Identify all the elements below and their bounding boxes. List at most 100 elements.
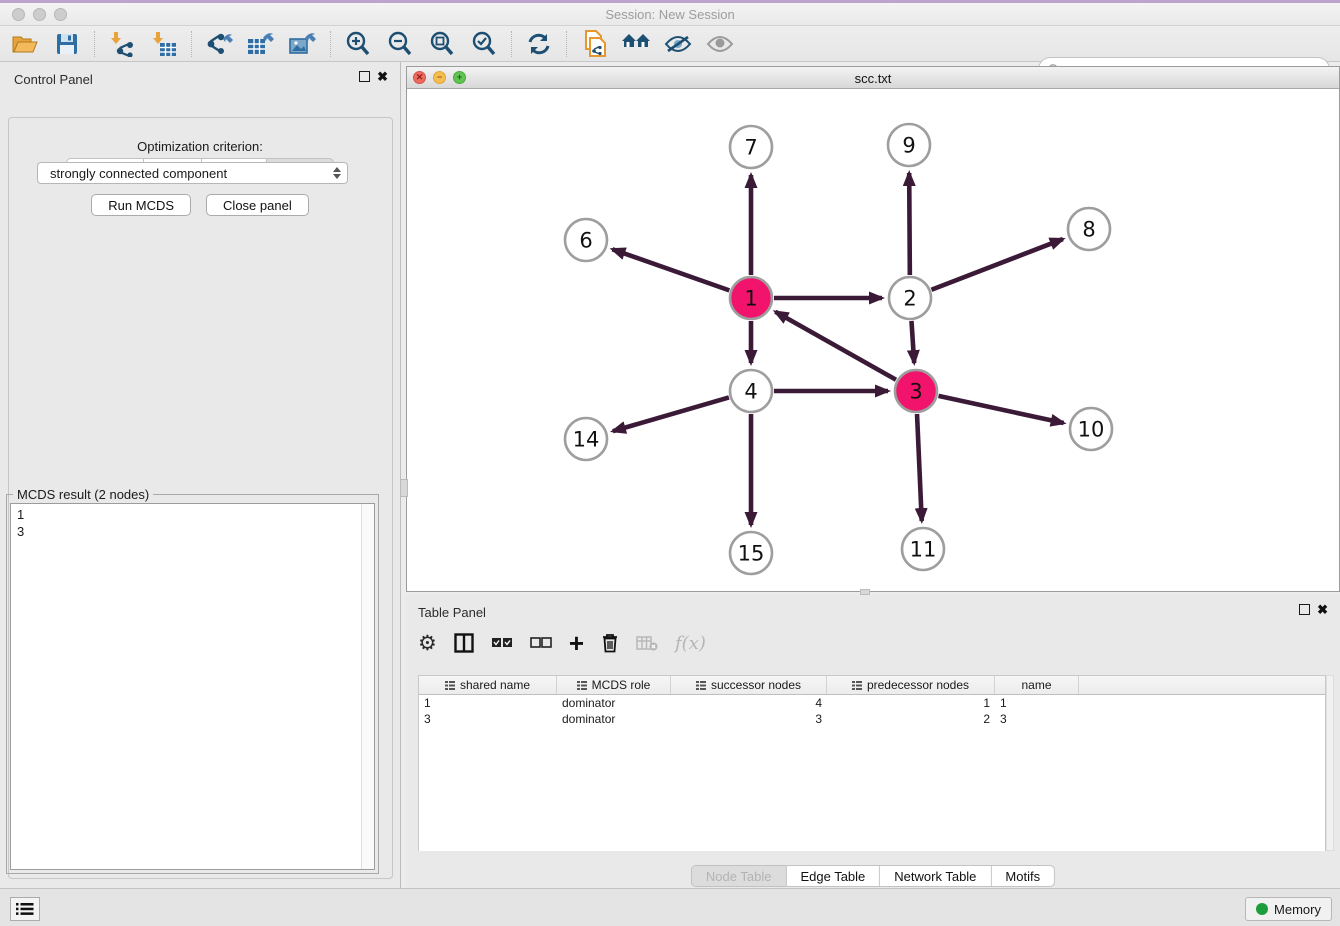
table-scrollbar[interactable] [1326, 675, 1334, 851]
svg-text:4: 4 [744, 380, 757, 404]
toolbar-separator [191, 31, 192, 57]
table-row[interactable]: 1 dominator 4 1 1 [419, 695, 1325, 711]
result-line: 1 [17, 506, 368, 523]
column-header-shared-name[interactable]: shared name [419, 676, 557, 694]
delete-table-icon[interactable] [636, 631, 658, 655]
cell-successor-nodes[interactable]: 3 [671, 712, 827, 726]
zoom-in-icon[interactable] [343, 29, 373, 59]
export-table-icon[interactable] [246, 29, 276, 59]
hide-selected-eye-icon[interactable] [663, 29, 693, 59]
result-scrollbar[interactable] [361, 504, 374, 869]
chevron-updown-icon [333, 167, 341, 179]
svg-text:9: 9 [902, 134, 915, 158]
import-table-icon[interactable] [149, 29, 179, 59]
table-settings-gear-icon[interactable]: ⚙ [418, 631, 437, 655]
edge-1-6[interactable] [612, 249, 729, 290]
graph-node-8[interactable]: 8 [1068, 208, 1110, 250]
zoom-selected-icon[interactable] [469, 29, 499, 59]
edge-4-14[interactable] [613, 397, 729, 431]
table-panel-title: Table Panel [418, 605, 486, 620]
import-network-icon[interactable] [107, 29, 137, 59]
splitter-grip-vertical[interactable] [400, 479, 408, 497]
graph-node-1[interactable]: 1 [730, 277, 772, 319]
cell-mcds-role[interactable]: dominator [557, 696, 671, 710]
cell-predecessor-nodes[interactable]: 1 [827, 696, 995, 710]
column-header-mcds-role[interactable]: MCDS role [557, 676, 671, 694]
select-all-columns-icon[interactable] [491, 631, 513, 655]
edge-3-11[interactable] [917, 414, 922, 521]
graph-node-11[interactable]: 11 [902, 528, 944, 570]
svg-text:7: 7 [744, 136, 757, 160]
graph-node-4[interactable]: 4 [730, 370, 772, 412]
zoom-fit-icon[interactable] [427, 29, 457, 59]
create-column-plus-icon[interactable]: + [569, 631, 584, 655]
tab-motifs[interactable]: Motifs [991, 865, 1055, 887]
close-panel-button[interactable]: Close panel [206, 194, 309, 216]
column-header-successor-nodes[interactable]: successor nodes [671, 676, 827, 694]
close-panel-icon[interactable]: ✖ [377, 71, 388, 82]
edge-3-1[interactable] [775, 312, 896, 380]
column-header-predecessor-nodes[interactable]: predecessor nodes [827, 676, 995, 694]
svg-text:2: 2 [903, 287, 916, 311]
float-panel-icon[interactable] [359, 71, 370, 82]
save-session-icon[interactable] [52, 29, 82, 59]
cell-shared-name[interactable]: 3 [419, 712, 557, 726]
deselect-all-columns-icon[interactable] [530, 631, 552, 655]
svg-text:1: 1 [744, 287, 757, 311]
list-icon [16, 902, 34, 916]
column-header-name[interactable]: name [995, 676, 1079, 694]
mcds-result-textarea[interactable]: 1 3 [10, 503, 375, 870]
home-icon[interactable] [621, 29, 651, 59]
edge-2-3[interactable] [911, 321, 914, 363]
table-row[interactable]: 3 dominator 3 2 3 [419, 711, 1325, 727]
edge-2-9[interactable] [909, 173, 910, 275]
cell-mcds-role[interactable]: dominator [557, 712, 671, 726]
refresh-view-icon[interactable] [524, 29, 554, 59]
graph-node-7[interactable]: 7 [730, 126, 772, 168]
result-line: 3 [17, 523, 368, 540]
show-all-eye-icon[interactable] [705, 29, 735, 59]
network-window-titlebar[interactable]: ✕ − + scc.txt [407, 67, 1339, 89]
edge-3-10[interactable] [938, 396, 1063, 423]
open-file-icon[interactable] [10, 29, 40, 59]
graph-node-14[interactable]: 14 [565, 418, 607, 460]
tab-node-table[interactable]: Node Table [691, 865, 787, 887]
graph-node-6[interactable]: 6 [565, 219, 607, 261]
clone-network-icon[interactable] [579, 29, 609, 59]
tab-network-table[interactable]: Network Table [880, 865, 991, 887]
cell-shared-name[interactable]: 1 [419, 696, 557, 710]
status-bar: Memory [0, 888, 1340, 926]
optimization-criterion-select[interactable]: strongly connected component [37, 162, 348, 184]
cell-successor-nodes[interactable]: 4 [671, 696, 827, 710]
toolbar-separator [511, 31, 512, 57]
table-tabs: Node Table Edge Table Network Table Moti… [691, 865, 1055, 887]
cell-predecessor-nodes[interactable]: 2 [827, 712, 995, 726]
function-builder-icon[interactable]: f(x) [675, 631, 706, 655]
export-image-icon[interactable] [288, 29, 318, 59]
graph-node-3[interactable]: 3 [895, 370, 937, 412]
graph-node-15[interactable]: 15 [730, 532, 772, 574]
cell-name[interactable]: 3 [995, 712, 1079, 726]
svg-text:3: 3 [909, 380, 922, 404]
network-canvas[interactable]: 7 9 6 8 1 2 4 3 14 10 15 11 [407, 89, 1339, 591]
graph-node-2[interactable]: 2 [889, 277, 931, 319]
edge-2-8[interactable] [931, 239, 1062, 290]
graph-node-10[interactable]: 10 [1070, 408, 1112, 450]
app-titlebar: Session: New Session [0, 3, 1340, 26]
main-toolbar [0, 26, 1340, 62]
memory-button[interactable]: Memory [1245, 897, 1332, 921]
show-columns-icon[interactable] [454, 631, 474, 655]
export-network-icon[interactable] [204, 29, 234, 59]
cell-name[interactable]: 1 [995, 696, 1079, 710]
close-table-panel-icon[interactable]: ✖ [1317, 604, 1328, 615]
run-mcds-button[interactable]: Run MCDS [91, 194, 191, 216]
delete-column-trash-icon[interactable] [601, 631, 619, 655]
graph-node-9[interactable]: 9 [888, 124, 930, 166]
zoom-out-icon[interactable] [385, 29, 415, 59]
float-table-panel-icon[interactable] [1299, 604, 1310, 615]
network-graph[interactable]: 7 9 6 8 1 2 4 3 14 10 15 11 [407, 89, 1339, 591]
task-history-button[interactable] [10, 897, 40, 921]
memory-label: Memory [1274, 902, 1321, 917]
tab-edge-table[interactable]: Edge Table [786, 865, 880, 887]
node-table[interactable]: shared name MCDS role successor nodes pr… [418, 675, 1326, 851]
